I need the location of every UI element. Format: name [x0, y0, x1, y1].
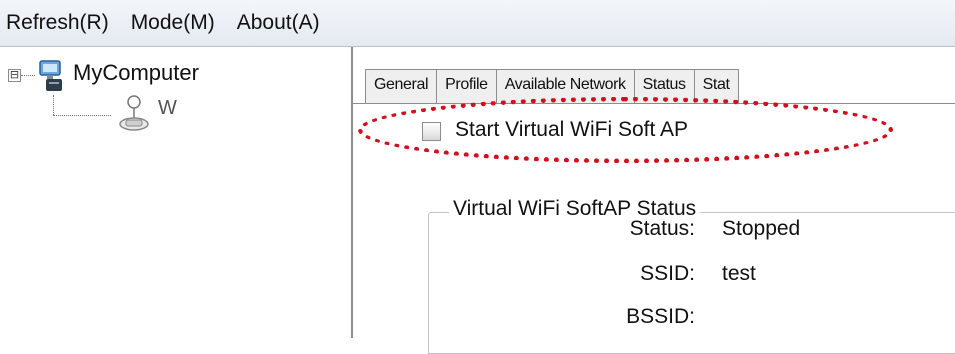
status-value: Stopped: [722, 217, 801, 240]
computer-icon: [39, 60, 62, 91]
device-tree: ⊟ MyComputer W: [0, 47, 353, 338]
menu-mode[interactable]: Mode(M): [122, 0, 228, 46]
ssid-label: SSID:: [640, 262, 695, 285]
collapse-icon[interactable]: ⊟: [8, 69, 21, 82]
tab-general[interactable]: General: [365, 69, 438, 104]
tab-strip: General Profile Available Network Status…: [365, 69, 739, 104]
tree-connector: [53, 115, 111, 116]
tab-profile[interactable]: Profile: [436, 69, 497, 104]
menu-about[interactable]: About(A): [228, 0, 333, 46]
tree-child-label[interactable]: W: [158, 97, 348, 125]
tree-connector: [21, 75, 35, 76]
wireless-adapter-icon: [119, 95, 149, 131]
start-softap-checkbox[interactable]: [422, 122, 441, 141]
menu-refresh[interactable]: Refresh(R): [0, 0, 122, 46]
menu-bar: Refresh(R) Mode(M) About(A): [0, 0, 955, 47]
tab-status[interactable]: Status: [633, 69, 695, 104]
tree-root-label[interactable]: MyComputer: [73, 60, 199, 86]
status-label: Status:: [629, 217, 695, 240]
ssid-value: test: [722, 262, 756, 285]
tree-connector: [53, 95, 54, 115]
tab-available-network[interactable]: Available Network: [495, 69, 635, 104]
tab-statistics[interactable]: Stat: [693, 69, 739, 104]
start-softap-label[interactable]: Start Virtual WiFi Soft AP: [455, 118, 688, 142]
bssid-label: BSSID:: [626, 305, 695, 328]
